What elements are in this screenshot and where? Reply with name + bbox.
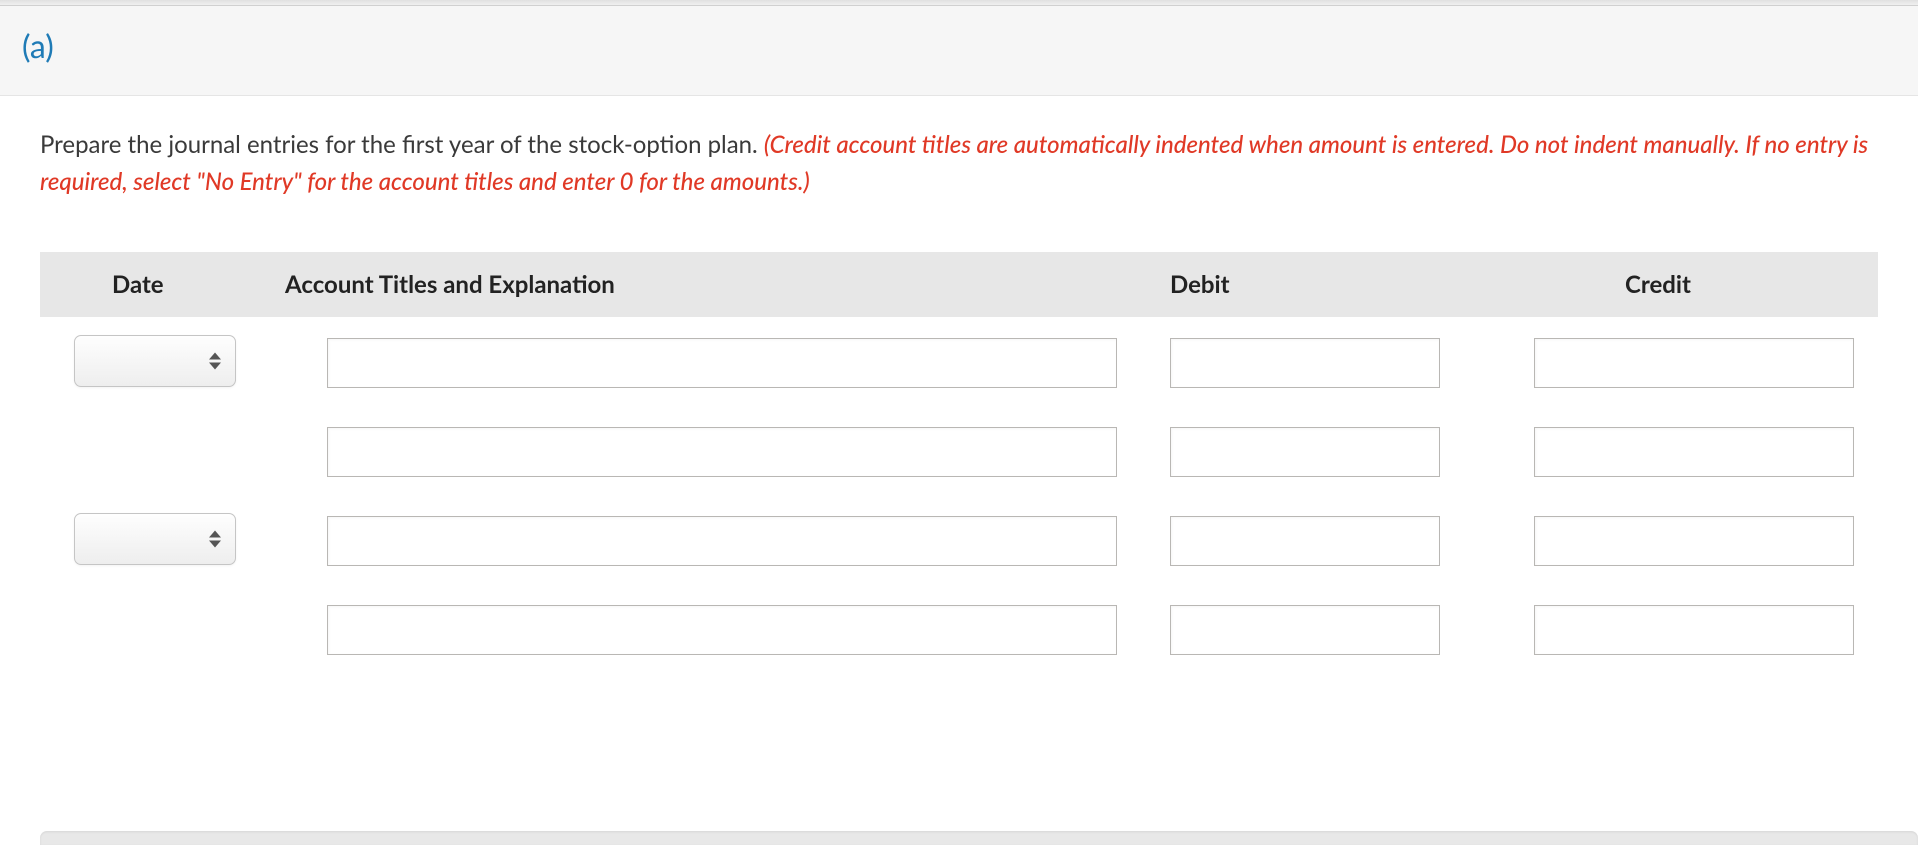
spinner-icon — [209, 531, 221, 548]
credit-input[interactable] — [1534, 516, 1854, 566]
account-title-input[interactable] — [327, 338, 1117, 388]
header-debit: Debit — [1170, 270, 1490, 299]
table-row — [40, 409, 1878, 495]
date-select[interactable] — [74, 513, 236, 565]
content-area: Prepare the journal entries for the firs… — [0, 96, 1918, 673]
table-row — [40, 495, 1878, 587]
header-account: Account Titles and Explanation — [285, 270, 1170, 299]
account-title-input[interactable] — [327, 427, 1117, 477]
instruction-text: Prepare the journal entries for the firs… — [40, 126, 1878, 200]
journal-entry-table: Date Account Titles and Explanation Debi… — [40, 252, 1878, 673]
date-select[interactable] — [74, 335, 236, 387]
part-header: (a) — [0, 6, 1918, 96]
credit-input[interactable] — [1534, 605, 1854, 655]
debit-input[interactable] — [1170, 427, 1440, 477]
debit-input[interactable] — [1170, 605, 1440, 655]
header-credit: Credit — [1490, 270, 1860, 299]
part-label: (a) — [22, 26, 54, 65]
table-row — [40, 587, 1878, 673]
table-row — [40, 317, 1878, 409]
horizontal-scrollbar[interactable] — [40, 831, 1918, 845]
instruction-plain: Prepare the journal entries for the firs… — [40, 130, 764, 159]
spinner-icon — [209, 353, 221, 370]
credit-input[interactable] — [1534, 427, 1854, 477]
account-title-input[interactable] — [327, 605, 1117, 655]
debit-input[interactable] — [1170, 516, 1440, 566]
table-header-row: Date Account Titles and Explanation Debi… — [40, 252, 1878, 317]
credit-input[interactable] — [1534, 338, 1854, 388]
debit-input[interactable] — [1170, 338, 1440, 388]
account-title-input[interactable] — [327, 516, 1117, 566]
header-date: Date — [40, 270, 285, 299]
